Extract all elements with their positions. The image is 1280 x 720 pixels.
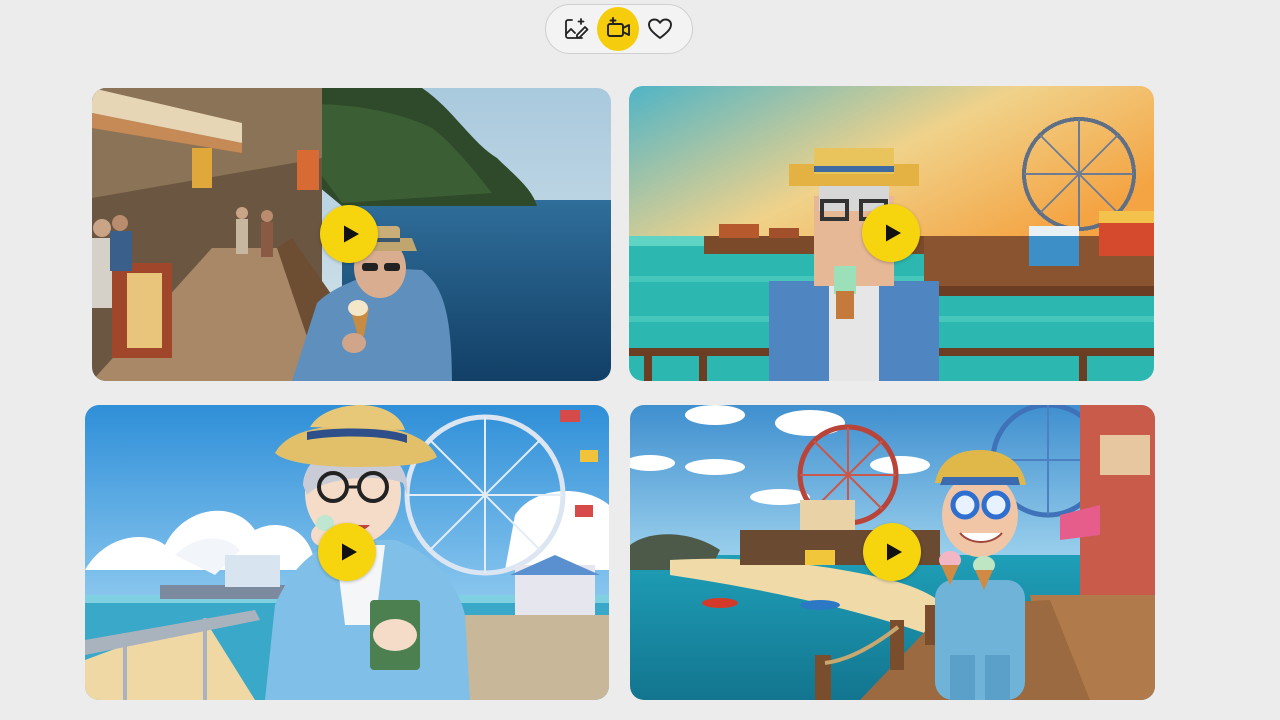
image-edit-icon [565,18,589,39]
play-icon [886,543,902,561]
video-card[interactable] [92,88,611,381]
play-button[interactable] [318,523,376,581]
play-button[interactable] [863,523,921,581]
image-edit-button[interactable] [555,7,597,51]
play-button[interactable] [862,204,920,262]
video-card[interactable] [85,405,609,700]
video-gallery-page [0,0,1280,720]
play-icon [341,543,357,561]
play-icon [885,224,901,242]
video-camera-icon [607,17,630,37]
video-card[interactable] [629,86,1154,381]
mode-toolbar [545,4,693,54]
play-button[interactable] [320,205,378,263]
play-icon [343,225,359,243]
favorites-button[interactable] [639,7,681,51]
video-button[interactable] [597,7,639,51]
video-card[interactable] [630,405,1155,700]
heart-icon [648,18,672,39]
